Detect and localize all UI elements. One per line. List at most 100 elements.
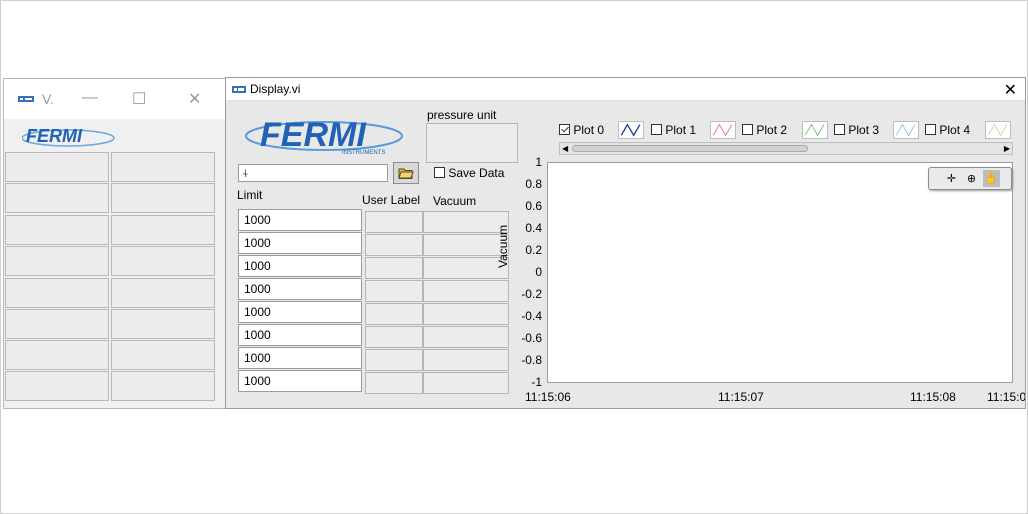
display-vi-window[interactable]: Display.vi ✕ FERMI INSTRUMENTS ⍭ pressur… bbox=[225, 77, 1026, 409]
plot-0-swatch[interactable] bbox=[618, 121, 644, 139]
limit-input[interactable]: 1000 bbox=[238, 278, 362, 300]
limit-input[interactable]: 1000 bbox=[238, 301, 362, 323]
save-data-checkbox[interactable]: Save Data bbox=[434, 166, 504, 180]
pressure-unit-label: pressure unit bbox=[427, 108, 497, 122]
user-label-cell bbox=[365, 303, 423, 325]
logo-subtext: INSTRUMENTS bbox=[342, 150, 385, 156]
indicator-cell bbox=[111, 309, 215, 339]
background-window[interactable]: V. — ☐ ✕ FERMI bbox=[3, 78, 226, 409]
limit-input[interactable]: 1000 bbox=[238, 324, 362, 346]
indicator-cell bbox=[5, 278, 109, 308]
scrollbar-thumb[interactable] bbox=[572, 145, 808, 152]
vacuum-header: Vacuum bbox=[433, 194, 477, 208]
vacuum-chart-plot-area[interactable] bbox=[547, 162, 1013, 383]
y-tick-label: -0.2 bbox=[521, 287, 542, 301]
plot-2-swatch[interactable] bbox=[802, 121, 828, 139]
swatch-line bbox=[987, 123, 1008, 137]
limit-input[interactable]: 1000 bbox=[238, 209, 362, 231]
swatch-line bbox=[712, 123, 733, 137]
indicator-cell bbox=[111, 278, 215, 308]
y-tick-label: 0.2 bbox=[525, 243, 542, 257]
legend-scrollbar[interactable]: ◀ ▶ bbox=[559, 142, 1013, 155]
legend-item-plot-0[interactable]: Plot 0 bbox=[559, 123, 604, 137]
swatch-line bbox=[895, 123, 916, 137]
scroll-left-arrow-icon[interactable]: ◀ bbox=[562, 143, 568, 154]
indicator-cell bbox=[111, 215, 215, 245]
checkbox-box[interactable] bbox=[434, 167, 445, 178]
legend-item-plot-1[interactable]: Plot 1 bbox=[651, 123, 696, 137]
y-tick-label: -1 bbox=[531, 375, 542, 389]
user-label-cell bbox=[365, 372, 423, 394]
plot-1-checkbox[interactable] bbox=[651, 124, 662, 135]
y-tick-label: 0.4 bbox=[525, 221, 542, 235]
legend-item-plot-2[interactable]: Plot 2 bbox=[742, 123, 787, 137]
display-vi-titlebar[interactable]: Display.vi ✕ bbox=[226, 78, 1025, 101]
background-window-title: V. bbox=[42, 91, 54, 107]
limit-label: Limit bbox=[237, 188, 263, 202]
user-label-cell bbox=[365, 257, 423, 279]
indicator-cell bbox=[111, 246, 215, 276]
scroll-right-arrow-icon[interactable]: ▶ bbox=[1004, 143, 1010, 154]
background-window-titlebar[interactable]: V. — ☐ ✕ bbox=[4, 79, 225, 119]
swatch-line bbox=[804, 123, 825, 137]
maximize-button[interactable]: ☐ bbox=[132, 89, 146, 109]
indicator-cell bbox=[5, 183, 109, 213]
svg-text:FERMI: FERMI bbox=[26, 126, 83, 146]
graph-tools-palette: ✛ ⊕ ✋ bbox=[928, 167, 1012, 190]
user-label-cell bbox=[365, 234, 423, 256]
pressure-unit-indicator bbox=[426, 123, 518, 163]
user-label-cell bbox=[365, 280, 423, 302]
file-path-input[interactable]: ⍭ bbox=[238, 164, 388, 182]
vacuum-cell bbox=[423, 280, 509, 302]
fermi-logo: FERMI bbox=[22, 126, 115, 147]
indicator-cell bbox=[111, 340, 215, 370]
indicator-cell bbox=[5, 371, 109, 401]
plot-2-checkbox[interactable] bbox=[742, 124, 753, 135]
limit-input[interactable]: 1000 bbox=[238, 370, 362, 392]
y-tick-label: -0.6 bbox=[521, 331, 542, 345]
plot-1-swatch[interactable] bbox=[710, 121, 736, 139]
vacuum-cell bbox=[423, 349, 509, 371]
indicator-cell bbox=[5, 152, 109, 182]
swatch-line bbox=[620, 123, 641, 137]
y-tick-label: 1 bbox=[535, 155, 542, 169]
browse-button[interactable] bbox=[393, 162, 419, 184]
limit-input[interactable]: 1000 bbox=[238, 347, 362, 369]
y-tick-label: -0.4 bbox=[521, 309, 542, 323]
limit-input[interactable]: 1000 bbox=[238, 255, 362, 277]
plot-3-checkbox[interactable] bbox=[834, 124, 845, 135]
indicator-cell bbox=[111, 371, 215, 401]
close-button[interactable]: ✕ bbox=[188, 89, 201, 109]
zoom-icon[interactable]: ⊕ bbox=[963, 170, 980, 187]
window-title: Display.vi bbox=[250, 82, 301, 96]
vacuum-cell bbox=[423, 303, 509, 325]
plot-0-checkbox[interactable] bbox=[559, 124, 570, 135]
y-axis-label: Vacuum bbox=[496, 224, 510, 268]
legend-label: Plot 4 bbox=[939, 123, 971, 137]
plot-3-swatch[interactable] bbox=[893, 121, 919, 139]
y-tick-label: 0.6 bbox=[525, 199, 542, 213]
indicator-cell bbox=[111, 183, 215, 213]
labview-vi-icon bbox=[18, 96, 34, 102]
close-button[interactable]: ✕ bbox=[1004, 80, 1017, 100]
plot-4-swatch[interactable] bbox=[985, 121, 1011, 139]
legend-item-plot-4[interactable]: Plot 4 bbox=[925, 123, 970, 137]
indicator-cell bbox=[5, 246, 109, 276]
plot-4-checkbox[interactable] bbox=[925, 124, 936, 135]
x-tick-label: 11:15:07 bbox=[718, 390, 764, 404]
pan-hand-icon[interactable]: ✋ bbox=[983, 170, 1000, 187]
vacuum-cell bbox=[423, 372, 509, 394]
limit-input[interactable]: 1000 bbox=[238, 232, 362, 254]
fermi-logo: FERMI INSTRUMENTS bbox=[245, 116, 403, 156]
user-label-cell bbox=[365, 326, 423, 348]
crosshair-icon[interactable]: ✛ bbox=[943, 170, 960, 187]
x-tick-label: 11:15:08 bbox=[910, 390, 956, 404]
user-label-cell bbox=[365, 349, 423, 371]
legend-item-plot-3[interactable]: Plot 3 bbox=[834, 123, 879, 137]
vacuum-cell bbox=[423, 326, 509, 348]
save-data-label: Save Data bbox=[448, 166, 505, 180]
minimize-button[interactable]: — bbox=[82, 89, 98, 107]
user-label-cell bbox=[365, 211, 423, 233]
x-tick-label: 11:15:0 bbox=[987, 390, 1025, 404]
indicator-cell bbox=[111, 152, 215, 182]
